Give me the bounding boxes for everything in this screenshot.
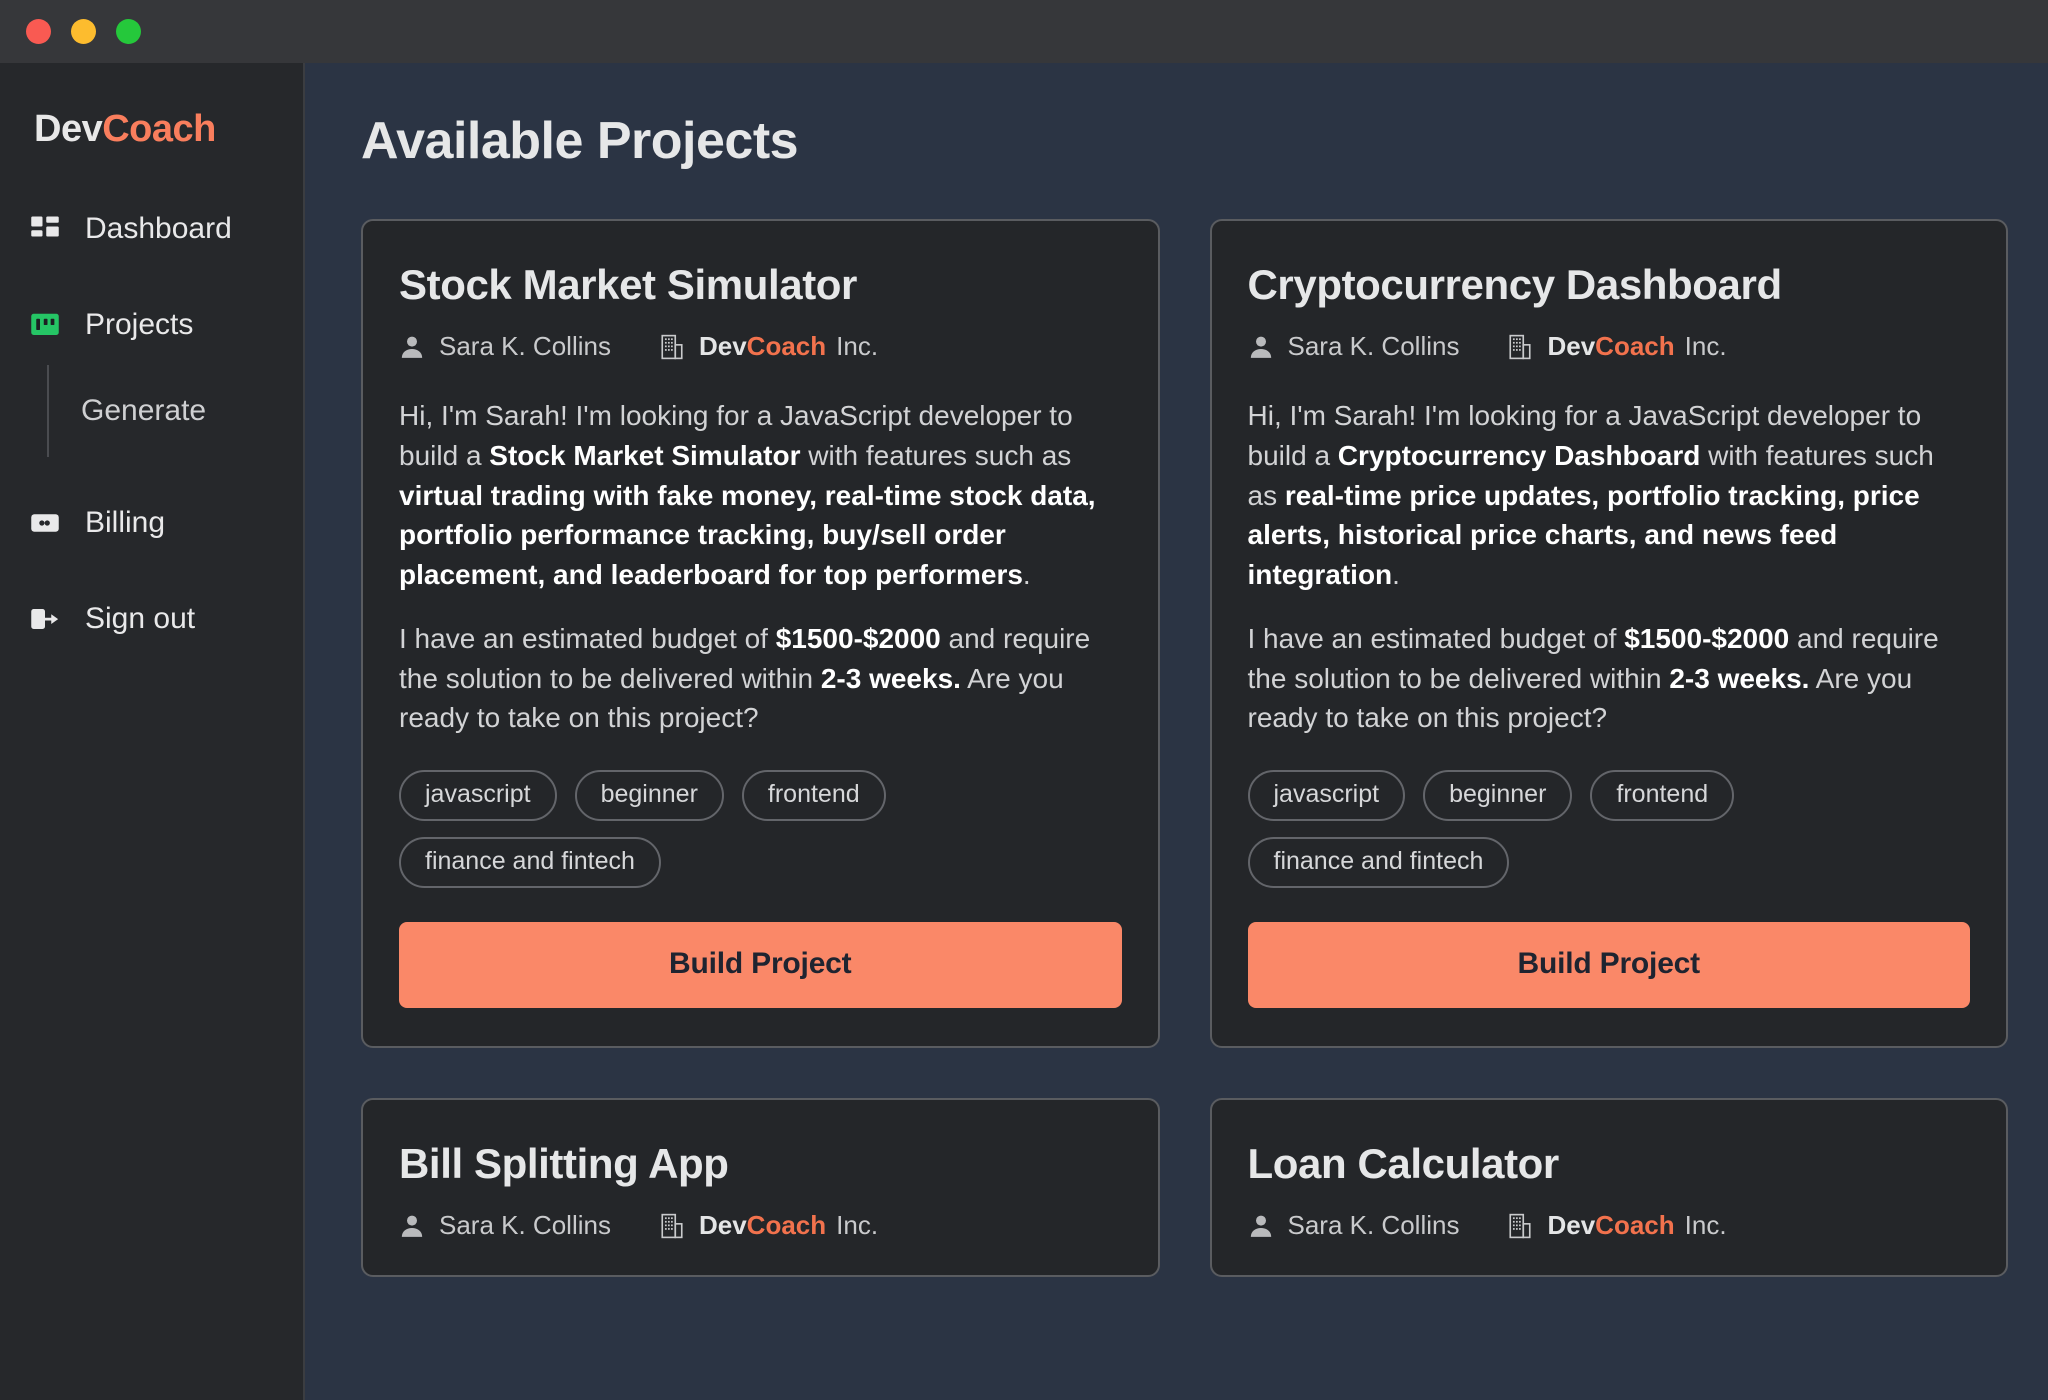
budget-pre: I have an estimated budget of	[1247, 622, 1625, 654]
sidebar-item-sign-out-label: Sign out	[85, 602, 196, 635]
tag-chip[interactable]: javascript	[399, 770, 557, 821]
maximize-window-button[interactable]	[116, 19, 141, 44]
project-card-author: Sara K. Collins	[1287, 1210, 1460, 1240]
company-name-second: Coach	[1595, 331, 1675, 361]
project-card-company: DevCoach Inc.	[699, 331, 878, 362]
app-body: DevCoach Dashboard Projects Generate Bil…	[0, 63, 2048, 1400]
minimize-window-button[interactable]	[71, 19, 96, 44]
sidebar: DevCoach Dashboard Projects Generate Bil…	[0, 63, 305, 1400]
project-card-title: Bill Splitting App	[399, 1140, 729, 1187]
sidebar-item-projects[interactable]: Projects	[0, 299, 303, 351]
tag-chip[interactable]: beginner	[574, 770, 724, 821]
company-suffix: Inc.	[836, 1210, 879, 1240]
build-project-button[interactable]: Build Project	[399, 922, 1122, 1008]
close-window-button[interactable]	[26, 19, 51, 44]
project-card[interactable]: Loan Calculator Sara K. Collins DevCoach…	[1209, 1098, 2008, 1277]
desc-mid: with features such as	[800, 439, 1072, 471]
building-icon	[659, 334, 685, 360]
sidebar-subnav: Generate	[47, 365, 303, 457]
desc-post: .	[1022, 559, 1031, 590]
sidebar-item-dashboard[interactable]: Dashboard	[0, 203, 303, 255]
app-window: DevCoach Dashboard Projects Generate Bil…	[0, 0, 2048, 1400]
project-card[interactable]: Bill Splitting App Sara K. Collins DevCo…	[361, 1098, 1160, 1277]
sidebar-item-projects-label: Projects	[85, 308, 194, 341]
company-name-first: Dev	[1547, 331, 1596, 361]
building-icon	[1507, 1213, 1533, 1239]
main-content: Available Projects Stock Market Simulato…	[305, 63, 2048, 1400]
company-name-second: Coach	[746, 1210, 827, 1240]
company-name-second: Coach	[1595, 1210, 1675, 1240]
desc-project-name: Cryptocurrency Dashboard	[1337, 439, 1701, 471]
project-card-budget: I have an estimated budget of $1500-$200…	[1248, 619, 1971, 738]
desc-project-name: Stock Market Simulator	[489, 439, 801, 471]
company-suffix: Inc.	[836, 331, 879, 361]
person-icon	[399, 1213, 425, 1239]
desc-features: virtual trading with fake money, real-ti…	[399, 479, 1096, 591]
brand-logo[interactable]: DevCoach	[0, 63, 303, 151]
credit-card-icon	[30, 508, 60, 538]
budget-value: $1500-$2000	[775, 622, 941, 654]
project-card-meta: Sara K. Collins DevCoach Inc.	[1248, 331, 1971, 362]
sidebar-item-dashboard-label: Dashboard	[85, 212, 232, 245]
project-card-title: Stock Market Simulator	[399, 261, 857, 308]
desc-post: .	[1392, 559, 1400, 590]
duration-value: 2-3 weeks.	[820, 662, 961, 694]
sidebar-item-billing-label: Billing	[85, 506, 166, 539]
project-card[interactable]: Cryptocurrency Dashboard Sara K. Collins	[1209, 219, 2008, 1048]
sidebar-item-generate[interactable]: Generate	[81, 394, 206, 428]
project-card-title: Loan Calculator	[1247, 1140, 1560, 1187]
project-card-company: DevCoach Inc.	[1547, 331, 1726, 362]
sidebar-nav: Dashboard Projects Generate Billing Sign…	[0, 203, 303, 645]
brand-logo-first: Dev	[34, 108, 103, 150]
project-card-description: Hi, I'm Sarah! I'm looking for a JavaScr…	[1248, 396, 1971, 595]
company-name-first: Dev	[698, 1210, 747, 1240]
sign-out-icon	[30, 604, 60, 634]
company-suffix: Inc.	[1684, 1210, 1727, 1240]
tag-chip[interactable]: frontend	[741, 770, 886, 821]
board-icon	[30, 310, 60, 340]
tag-chip[interactable]: frontend	[1590, 770, 1735, 821]
tag-chip[interactable]: javascript	[1247, 770, 1406, 821]
project-card-tags: javascript beginner frontend finance and…	[399, 770, 919, 888]
window-titlebar	[0, 0, 2048, 63]
budget-pre: I have an estimated budget of	[399, 622, 776, 654]
project-card-budget: I have an estimated budget of $1500-$200…	[399, 619, 1122, 738]
sidebar-item-billing[interactable]: Billing	[0, 497, 303, 549]
build-project-button[interactable]: Build Project	[1247, 922, 1970, 1008]
project-card-meta: Sara K. Collins DevCoach Inc.	[399, 331, 1122, 362]
project-card-author: Sara K. Collins	[439, 1210, 611, 1240]
projects-grid: Stock Market Simulator Sara K. Collins D…	[361, 219, 2008, 1277]
building-icon	[1507, 334, 1533, 360]
person-icon	[1248, 334, 1274, 360]
person-icon	[1248, 1213, 1274, 1239]
company-name-first: Dev	[698, 331, 747, 361]
company-name-second: Coach	[746, 331, 827, 361]
grid-icon	[30, 214, 60, 244]
company-suffix: Inc.	[1684, 331, 1727, 361]
project-card-title: Cryptocurrency Dashboard	[1247, 261, 1783, 308]
project-card-author: Sara K. Collins	[1287, 331, 1460, 361]
project-card-meta: Sara K. Collins DevCoach Inc.	[1248, 1210, 1971, 1241]
page-title: Available Projects	[361, 112, 799, 170]
company-name-first: Dev	[1547, 1210, 1596, 1240]
building-icon	[659, 1213, 685, 1239]
project-card-tags: javascript beginner frontend finance and…	[1247, 770, 1768, 888]
tag-chip[interactable]: finance and fintech	[399, 837, 661, 888]
budget-value: $1500-$2000	[1624, 622, 1790, 654]
tag-chip[interactable]: finance and fintech	[1247, 837, 1510, 888]
brand-logo-second: Coach	[102, 108, 216, 150]
tag-chip[interactable]: beginner	[1423, 770, 1573, 821]
project-card-company: DevCoach Inc.	[699, 1210, 878, 1241]
project-card-description: Hi, I'm Sarah! I'm looking for a JavaScr…	[399, 396, 1122, 595]
desc-features: real-time price updates, portfolio track…	[1247, 479, 1920, 591]
project-card[interactable]: Stock Market Simulator Sara K. Collins D…	[361, 219, 1160, 1048]
person-icon	[399, 334, 425, 360]
project-card-company: DevCoach Inc.	[1547, 1210, 1726, 1241]
sidebar-item-sign-out[interactable]: Sign out	[0, 593, 303, 645]
duration-value: 2-3 weeks.	[1669, 662, 1810, 694]
project-card-author: Sara K. Collins	[439, 331, 611, 361]
project-card-meta: Sara K. Collins DevCoach Inc.	[399, 1210, 1122, 1241]
